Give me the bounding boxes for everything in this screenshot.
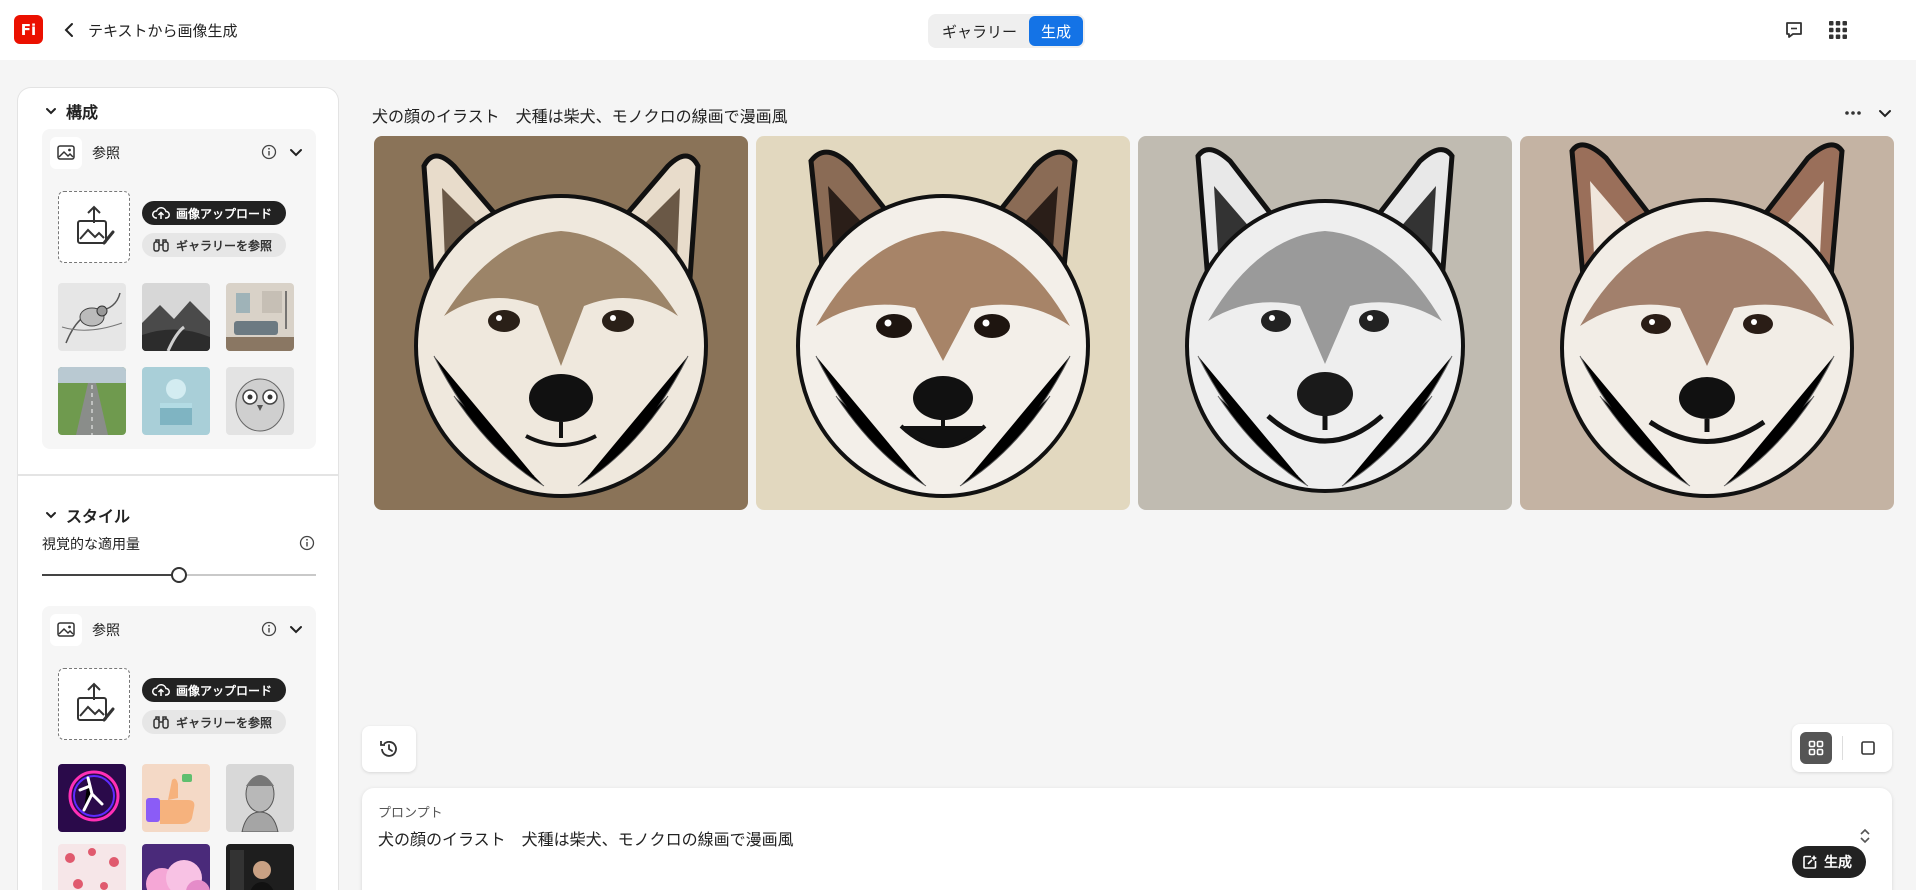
style-gallery-label: ギャラリーを参照 — [176, 715, 273, 730]
generate-button[interactable]: 生成 — [1792, 846, 1866, 878]
preset-thumbnail-portrait-dark[interactable] — [226, 844, 294, 890]
style-reference-header: 参照 — [50, 614, 120, 646]
apps-grid-icon[interactable] — [1826, 18, 1850, 42]
tab-generate[interactable]: 生成 — [1029, 16, 1084, 46]
preset-thumbnail-classical-bust[interactable] — [226, 764, 294, 832]
preset-thumbnail-pink-pattern[interactable] — [58, 844, 126, 890]
result-image-4[interactable] — [1520, 136, 1894, 510]
style-strength-label: 視覚的な適用量 — [42, 537, 140, 553]
single-view-icon — [1859, 739, 1877, 757]
view-mode-toggle — [1792, 724, 1892, 772]
preset-thumbnail-thumbs-up-3d[interactable] — [142, 764, 210, 832]
composition-upload-label: 画像アップロード — [176, 206, 273, 221]
slider-fill — [42, 574, 179, 576]
binoculars-icon — [152, 238, 170, 252]
composition-reference-header: 参照 — [50, 137, 120, 169]
back-icon[interactable] — [60, 20, 80, 40]
info-icon[interactable] — [260, 143, 278, 161]
composition-gallery-label: ギャラリーを参照 — [176, 238, 273, 253]
preset-thumbnail-mountains[interactable] — [142, 283, 210, 351]
reference-image-icon — [50, 614, 82, 646]
preset-thumbnail-sphere-pedestal[interactable] — [142, 367, 210, 435]
composition-section-toggle[interactable]: 構成 — [44, 99, 98, 123]
view-switcher: ギャラリー 生成 — [928, 14, 1086, 48]
grid-view-icon — [1807, 739, 1825, 757]
image-upload-icon — [70, 680, 118, 728]
style-image-dropzone[interactable] — [58, 668, 130, 740]
preset-thumbnail-neon-dancer[interactable] — [58, 764, 126, 832]
result-image-2[interactable] — [756, 136, 1130, 510]
cloud-upload-icon — [152, 683, 170, 697]
history-icon — [378, 738, 400, 760]
grid-view-button[interactable] — [1800, 732, 1832, 764]
style-section-toggle[interactable]: スタイル — [44, 503, 130, 527]
info-icon[interactable] — [298, 534, 316, 552]
style-strength-slider[interactable] — [42, 567, 316, 583]
generate-icon — [1802, 854, 1818, 870]
scroll-arrows-icon[interactable] — [1858, 826, 1872, 846]
binoculars-icon — [152, 715, 170, 729]
style-upload-label: 画像アップロード — [176, 683, 273, 698]
generation-prompt-title: 犬の顔のイラスト 犬種は柴犬、モノクロの線画で漫画風 — [372, 107, 788, 126]
prompt-box: プロンプト 犬の顔のイラスト 犬種は柴犬、モノクロの線画で漫画風 生成 — [362, 788, 1892, 890]
style-preset-grid — [58, 764, 294, 890]
prompt-input[interactable]: 犬の顔のイラスト 犬種は柴犬、モノクロの線画で漫画風 — [378, 826, 794, 850]
style-gallery-button[interactable]: ギャラリーを参照 — [142, 710, 287, 734]
composition-reference-card: 参照 画像アップロード ギャラリーを参照 — [42, 129, 316, 449]
page-title: テキストから画像生成 — [88, 22, 238, 40]
composition-preset-grid — [58, 283, 294, 435]
chevron-down-icon[interactable] — [1876, 104, 1894, 122]
history-button[interactable] — [362, 726, 416, 772]
more-options-icon[interactable] — [1842, 104, 1864, 122]
prompt-label: プロンプト — [378, 806, 443, 821]
section-divider — [18, 474, 338, 476]
composition-gallery-button[interactable]: ギャラリーを参照 — [142, 233, 287, 257]
chevron-down-icon — [44, 104, 58, 118]
settings-panel: 構成 参照 画像アップロード ギャラリーを参照 スタイル 視覚的な適用量 参照 … — [17, 87, 339, 890]
reference-image-icon — [50, 137, 82, 169]
preset-thumbnail-living-room[interactable] — [226, 283, 294, 351]
image-upload-icon — [70, 203, 118, 251]
single-view-button[interactable] — [1852, 732, 1884, 764]
style-reference-card: 参照 画像アップロード ギャラリーを参照 — [42, 606, 316, 890]
app-header: Fi テキストから画像生成 ギャラリー 生成 — [0, 0, 1916, 60]
preset-thumbnail-pink-clouds[interactable] — [142, 844, 210, 890]
preset-thumbnail-road-field[interactable] — [58, 367, 126, 435]
style-reference-title: 参照 — [92, 623, 120, 639]
generate-label: 生成 — [1824, 855, 1852, 871]
firefly-logo[interactable]: Fi — [14, 15, 43, 44]
style-upload-button[interactable]: 画像アップロード — [142, 678, 287, 702]
composition-image-dropzone[interactable] — [58, 191, 130, 263]
toggle-divider — [1842, 736, 1843, 760]
composition-title: 構成 — [66, 103, 99, 122]
slider-handle[interactable] — [171, 567, 187, 583]
composition-reference-title: 参照 — [92, 146, 120, 162]
chevron-down-icon — [44, 508, 58, 522]
chat-icon[interactable] — [1782, 18, 1806, 42]
preset-thumbnail-bird-sketch[interactable] — [58, 283, 126, 351]
cloud-upload-icon — [152, 206, 170, 220]
preset-thumbnail-owl-pattern[interactable] — [226, 367, 294, 435]
tab-gallery[interactable]: ギャラリー — [930, 16, 1029, 46]
style-title: スタイル — [66, 507, 131, 526]
chevron-down-icon[interactable] — [288, 621, 304, 637]
result-images — [374, 136, 1894, 510]
composition-upload-button[interactable]: 画像アップロード — [142, 201, 287, 225]
info-icon[interactable] — [260, 620, 278, 638]
result-image-1[interactable] — [374, 136, 748, 510]
result-image-3[interactable] — [1138, 136, 1512, 510]
chevron-down-icon[interactable] — [288, 144, 304, 160]
